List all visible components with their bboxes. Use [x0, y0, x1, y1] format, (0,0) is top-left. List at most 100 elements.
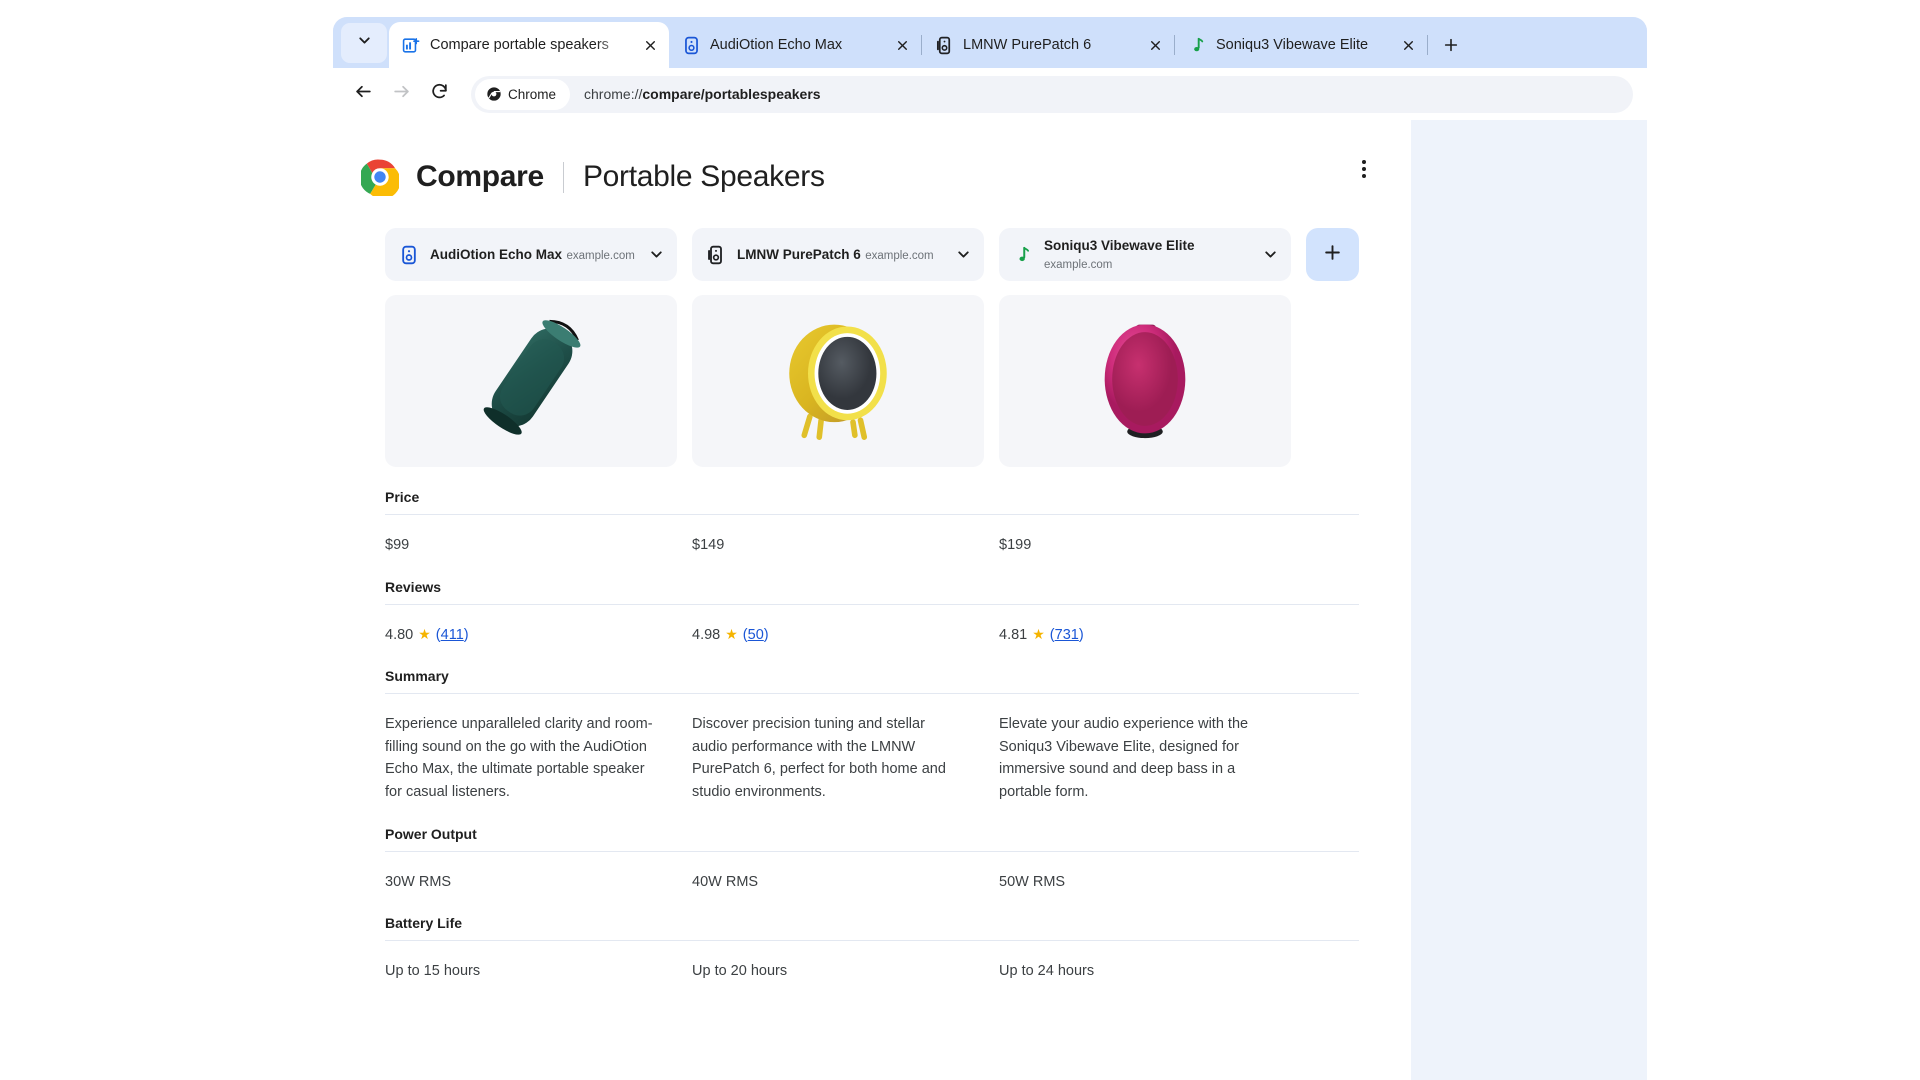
address-bar[interactable]: Chrome chrome://compare/portablespeakers [471, 75, 1633, 113]
product-selector-1[interactable]: AudiOtion Echo Max example.com [385, 228, 677, 281]
rating-1: 4.80 ★ (411) [385, 624, 677, 647]
product-site: example.com [865, 249, 934, 262]
tab-soniqu3-vibewave-elite[interactable]: Soniqu3 Vibewave Elite [1175, 22, 1427, 68]
spec-value: Up to 24 hours [999, 963, 1095, 980]
music-note-green-icon [1188, 36, 1207, 55]
screen: Compare portable speakers AudiOtion Echo… [0, 0, 1920, 1080]
url-path: compare/portablespeakers [642, 86, 821, 102]
spec-values: $99 $149 $199 [385, 515, 1359, 557]
page-subtitle: Portable Speakers [582, 160, 825, 193]
tab-close-button[interactable] [1395, 32, 1421, 58]
tab-audiotion-echo-max[interactable]: AudiOtion Echo Max [669, 22, 921, 68]
tab-separator [1427, 35, 1428, 55]
chevron-down-icon[interactable] [1261, 246, 1279, 263]
product-image-2 [692, 295, 984, 467]
back-button[interactable] [345, 76, 381, 112]
chrome-logo [359, 158, 401, 199]
arrow-left-icon [354, 82, 373, 106]
title-divider [562, 161, 564, 193]
url-prefix: chrome:// [584, 86, 643, 102]
tab-title: AudiOtion Echo Max [710, 37, 843, 53]
spec-value: 50W RMS [999, 873, 1066, 890]
forward-button[interactable] [383, 76, 419, 112]
add-product-button[interactable] [1306, 228, 1359, 281]
spec-value: 4.80 ★ (411) [385, 624, 677, 647]
plus-icon [1323, 243, 1342, 267]
review-count-link[interactable]: (50) [743, 624, 769, 647]
review-count-link[interactable]: (411) [436, 624, 469, 647]
reload-icon [430, 82, 449, 106]
product-name: AudiOtion Echo Max [430, 246, 563, 262]
page-header: Compare Portable Speakers [333, 120, 1411, 208]
spec-value: Up to 20 hours [692, 963, 788, 980]
speaker-blue-icon [682, 36, 701, 55]
comparison-card: AudiOtion Echo Max example.com LMNW Pure… [365, 214, 1379, 983]
tab-close-button[interactable] [889, 32, 915, 58]
chevron-down-icon[interactable] [647, 246, 665, 263]
spec-value: 40W RMS [692, 873, 759, 890]
arrow-right-icon [392, 82, 411, 106]
chrome-chip-label: Chrome [508, 86, 557, 102]
spec-value: 4.98 ★ (50) [692, 624, 984, 647]
speaker-yellow-round-image [763, 304, 913, 459]
tab-compare-portable-speakers[interactable]: Compare portable speakers [389, 22, 669, 68]
rating-2: 4.98 ★ (50) [692, 624, 984, 647]
rating-score: 4.80 [385, 626, 414, 643]
tab-close-button[interactable] [1142, 32, 1168, 58]
tab-search-button[interactable] [341, 23, 387, 63]
review-count-link[interactable]: (731) [1050, 624, 1084, 647]
chrome-chip[interactable]: Chrome [475, 78, 571, 110]
spec-value: Experience unparalleled clarity and room… [385, 716, 653, 801]
product-site: example.com [1044, 258, 1113, 271]
spec-values: Up to 15 hours Up to 20 hours Up to 24 h… [385, 941, 1359, 983]
star-icon: ★ [725, 625, 738, 642]
chevron-down-icon [356, 32, 373, 54]
spec-section-reviews: Reviews 4.80 ★ (411) 4.98 ★ (50) 4.81 ★ … [365, 557, 1379, 647]
product-name: LMNW PurePatch 6 [737, 246, 861, 262]
spec-value: Discover precision tuning and stellar au… [692, 716, 946, 801]
product-selector-3[interactable]: Soniqu3 Vibewave Elite example.com [999, 228, 1291, 281]
tab-lmnw-purepatch-6[interactable]: LMNW PurePatch 6 [922, 22, 1174, 68]
spec-label: Reviews [385, 578, 442, 595]
tab-title: LMNW PurePatch 6 [963, 37, 1092, 53]
speaker-blue-icon [398, 244, 419, 265]
tab-strip: Compare portable speakers AudiOtion Echo… [333, 17, 1647, 68]
product-image-3 [999, 295, 1291, 467]
chrome-mono-icon [486, 86, 502, 102]
tab-title: Soniqu3 Vibewave Elite [1216, 37, 1369, 53]
compare-icon [402, 36, 421, 55]
reload-button[interactable] [421, 76, 457, 112]
product-name: Soniqu3 Vibewave Elite [1044, 237, 1195, 253]
spec-value: Up to 15 hours [385, 963, 481, 980]
browser-toolbar: Chrome chrome://compare/portablespeakers [333, 68, 1647, 120]
speaker-dark-icon [935, 36, 954, 55]
spec-section-price: Price $99 $149 $199 [365, 467, 1379, 557]
speaker-teal-cylinder-image [456, 304, 606, 459]
chevron-down-icon[interactable] [954, 246, 972, 263]
product-selector-2[interactable]: LMNW PurePatch 6 example.com [692, 228, 984, 281]
spec-value: 4.81 ★ (731) [999, 624, 1291, 647]
star-icon: ★ [1032, 625, 1045, 642]
rating-score: 4.81 [999, 626, 1028, 643]
speaker-pink-oval-image [1070, 304, 1220, 459]
spec-label: Price [385, 489, 420, 505]
tab-title: Compare portable speakers [430, 37, 609, 53]
page-content: Compare Portable Speakers AudiOtion Echo… [333, 120, 1411, 1080]
spec-value: 30W RMS [385, 873, 452, 890]
more-vertical-icon [1362, 158, 1366, 180]
product-image-1 [385, 295, 677, 467]
spec-section-summary: Summary Experience unparalleled clarity … [365, 646, 1379, 803]
tab-close-button[interactable] [637, 32, 663, 58]
overflow-menu-button[interactable] [1347, 152, 1381, 186]
spec-label: Summary [385, 668, 449, 685]
spec-value: $199 [999, 537, 1032, 553]
page-title: Compare [416, 160, 544, 193]
url-text[interactable]: chrome://compare/portablespeakers [570, 86, 821, 102]
rating-score: 4.98 [692, 626, 721, 643]
spec-label: Battery Life [385, 915, 463, 932]
product-site: example.com [566, 249, 635, 262]
rating-3: 4.81 ★ (731) [999, 624, 1291, 647]
spec-section-battery-life: Battery Life Up to 15 hours Up to 20 hou… [365, 893, 1379, 983]
spec-values: 4.80 ★ (411) 4.98 ★ (50) 4.81 ★ (731) [385, 605, 1359, 647]
new-tab-button[interactable] [1434, 28, 1468, 62]
